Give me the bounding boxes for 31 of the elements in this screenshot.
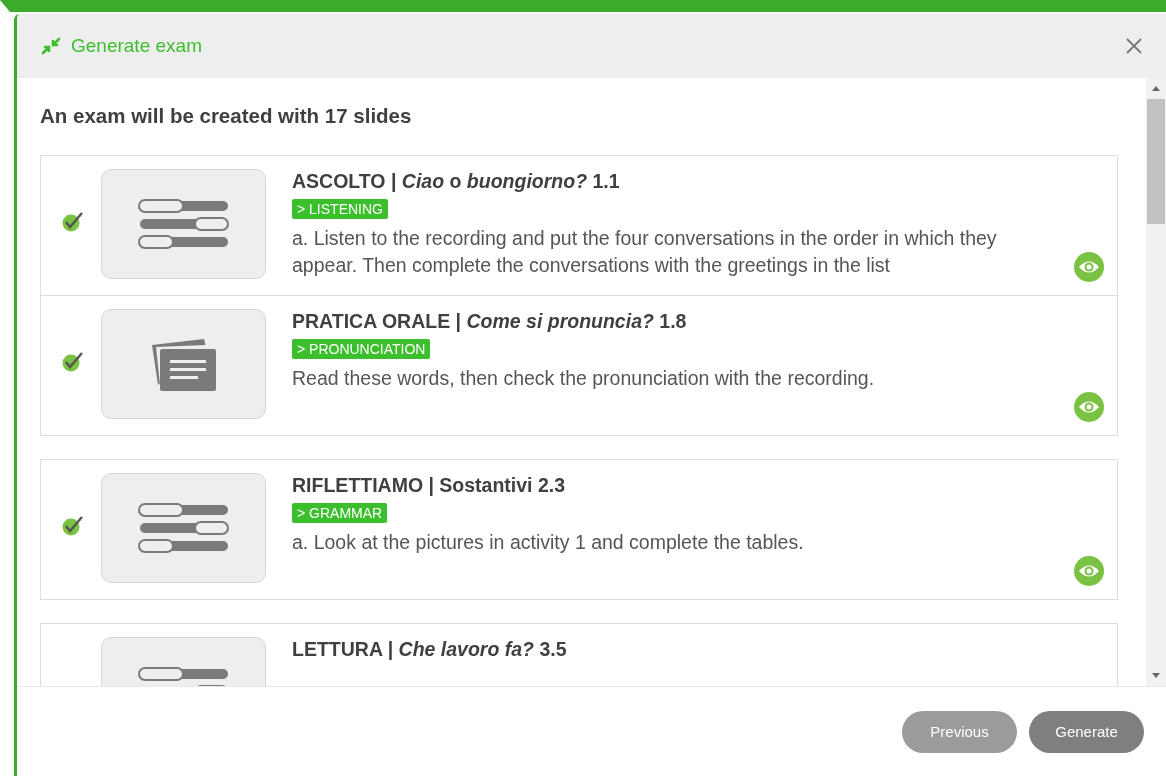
preview-button[interactable] (1074, 556, 1104, 586)
previous-button[interactable]: Previous (902, 710, 1017, 753)
slide-title: LETTURA | Che lavoro fa? 3.5 (292, 638, 568, 661)
summary-text: An exam will be created with 17 slides (40, 104, 413, 128)
slide-title: RIFLETTIAMO | Sostantivi 2.3 (292, 474, 567, 497)
scrollbar-thumb[interactable] (1147, 99, 1165, 224)
sliders-icon (137, 198, 230, 250)
compress-arrows-icon (41, 37, 61, 55)
eye-icon (1078, 564, 1100, 578)
category-tag: > PRONUNCIATION (292, 339, 431, 359)
close-icon (1126, 38, 1142, 54)
slide-description: Read these words, then check the pronunciation with the recording. (292, 366, 876, 391)
eye-icon (1078, 400, 1100, 414)
generate-button[interactable]: Generate (1029, 710, 1144, 753)
scroll-up-icon[interactable] (1152, 86, 1160, 91)
sliders-icon (137, 502, 230, 554)
eye-icon (1078, 260, 1100, 274)
dialog-title: Generate exam (71, 35, 203, 57)
slide-title: ASCOLTO | Ciao o buongiorno? 1.1 (292, 170, 621, 193)
check-icon[interactable] (61, 212, 84, 232)
category-tag: > LISTENING (292, 199, 388, 219)
slide-description: a. Look at the pictures in activity 1 and complete the tables. (292, 530, 805, 555)
preview-button[interactable] (1074, 252, 1104, 282)
scrollbar[interactable] (1146, 78, 1166, 686)
slide-title: PRATICA ORALE | Come si pronuncia? 1.8 (292, 310, 688, 333)
check-icon[interactable] (61, 352, 84, 372)
preview-button[interactable] (1074, 392, 1104, 422)
check-icon[interactable] (61, 516, 84, 536)
scroll-down-icon[interactable] (1152, 673, 1160, 678)
slide-description: a. Listen to the recording and put the four conversations in the order in which they appear. Then complete the conversations with the greetings in the list (292, 226, 998, 278)
category-tag: > GRAMMAR (292, 503, 388, 523)
